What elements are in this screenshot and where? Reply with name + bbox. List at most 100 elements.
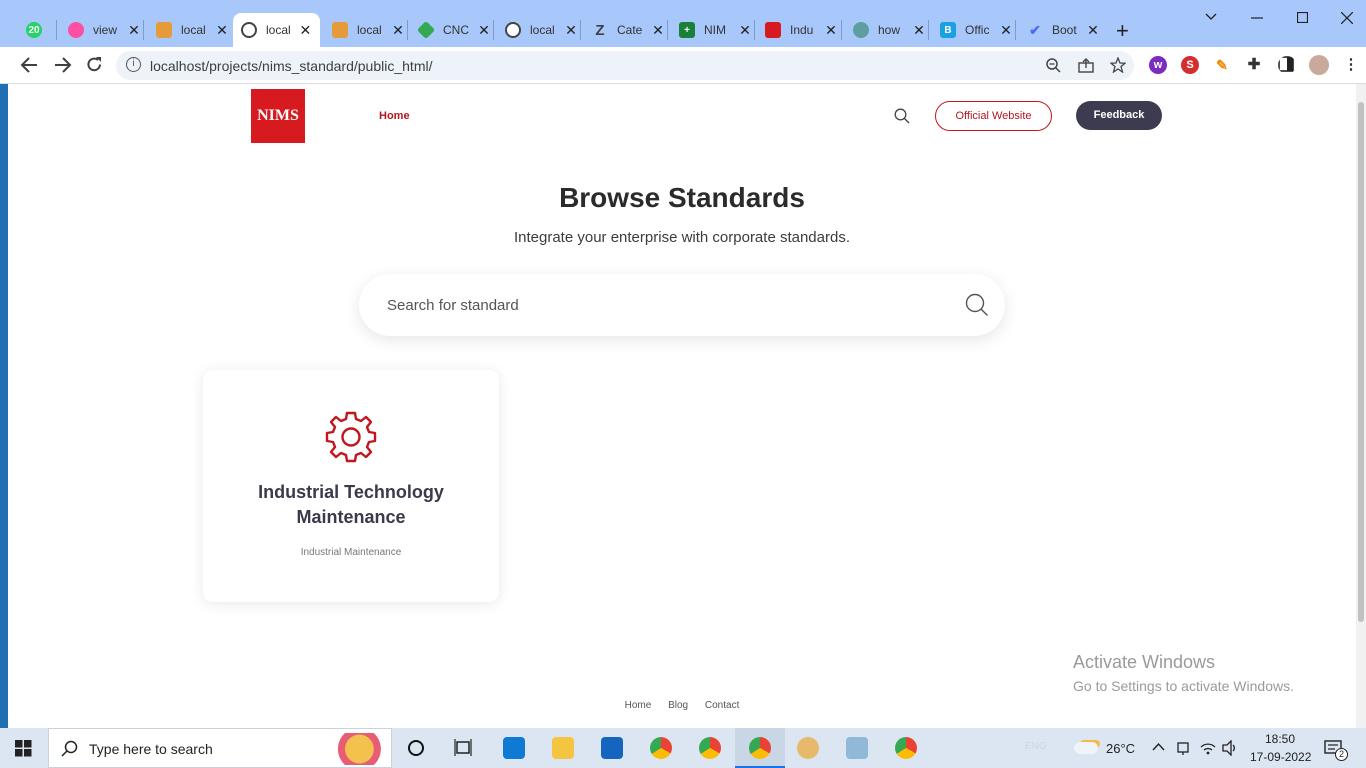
browser-toolbar: i localhost/projects/nims_standard/publi… [0, 47, 1366, 84]
tab-offic[interactable]: B Offic ✕ [932, 13, 1021, 47]
search-icon[interactable] [965, 293, 989, 317]
reload-icon[interactable] [86, 56, 103, 73]
chrome-icon[interactable] [650, 737, 672, 759]
tab-title: local [181, 23, 206, 37]
web-page: NIMS Home Official Website Feedback Brow… [8, 84, 1356, 728]
close-tab-icon[interactable]: ✕ [564, 22, 578, 39]
zoom-icon[interactable] [1046, 58, 1061, 73]
activate-windows-watermark: Activate Windows Go to Settings to activ… [1073, 652, 1294, 694]
minimize-icon[interactable] [1251, 17, 1263, 19]
vscode-icon[interactable] [503, 737, 525, 759]
tab-cnc[interactable]: CNC ✕ [410, 13, 499, 47]
close-tab-icon[interactable]: ✕ [215, 22, 229, 39]
language-indicator[interactable]: ENG [1025, 741, 1047, 752]
taskbar-search-placeholder: Type here to search [89, 741, 213, 757]
footer-link-blog[interactable]: Blog [668, 700, 688, 711]
back-arrow-icon[interactable] [20, 57, 38, 73]
tab-search-chevron-icon[interactable] [1205, 13, 1217, 21]
weather-cloud-icon[interactable] [1074, 742, 1098, 754]
volume-icon[interactable] [1222, 740, 1239, 756]
maximize-icon[interactable] [1297, 12, 1308, 23]
forward-arrow-icon[interactable] [54, 57, 72, 73]
tab-indu[interactable]: Indu ✕ [757, 13, 846, 47]
tab-local-pma-2[interactable]: local ✕ [324, 13, 413, 47]
standard-card[interactable]: Industrial Technology Maintenance Indust… [203, 370, 499, 602]
cortana-icon[interactable] [407, 739, 425, 757]
extension-s-icon[interactable]: S [1181, 56, 1199, 74]
extensions-puzzle-icon[interactable]: ✚ [1245, 56, 1263, 74]
official-website-button[interactable]: Official Website [935, 101, 1052, 131]
tab-nim[interactable]: + NIM ✕ [671, 13, 760, 47]
phpmyadmin-icon [332, 22, 348, 38]
page-scrollbar[interactable] [1356, 84, 1366, 728]
taskbar-active-app[interactable] [735, 728, 785, 768]
tab-local-pma[interactable]: local ✕ [148, 13, 237, 47]
chrome-profile-icon[interactable] [699, 737, 721, 759]
extension-w-icon[interactable]: w [1149, 56, 1167, 74]
chrome-profile-2-icon[interactable] [895, 737, 917, 759]
watermark-subtitle: Go to Settings to activate Windows. [1073, 678, 1294, 694]
nims-logo[interactable]: NIMS [251, 89, 305, 143]
desktop-edge [0, 84, 8, 728]
side-panel-icon[interactable] [1278, 56, 1296, 74]
notepad-icon[interactable] [846, 737, 868, 759]
file-explorer-icon[interactable] [552, 737, 574, 759]
tab-title: local [357, 23, 382, 37]
nav-link-home[interactable]: Home [379, 110, 410, 122]
close-tab-icon[interactable]: ✕ [1086, 22, 1100, 39]
kebab-menu-icon[interactable]: ⋮ [1342, 56, 1360, 74]
footer-link-home[interactable]: Home [625, 700, 652, 711]
search-highlight-doodle-icon [315, 733, 389, 765]
clock-time[interactable]: 18:50 [1265, 732, 1295, 746]
tab-title: view [93, 23, 118, 37]
logo-text: NIMS [257, 107, 299, 124]
close-tab-icon[interactable]: ✕ [738, 22, 752, 39]
tab-separator [493, 20, 494, 40]
tab-whatsapp[interactable]: 20 [18, 13, 50, 47]
close-tab-icon[interactable]: ✕ [299, 22, 312, 39]
meet-now-icon[interactable] [1176, 740, 1190, 756]
tab-badge: 20 [28, 24, 40, 36]
close-tab-icon[interactable]: ✕ [912, 22, 926, 39]
tray-chevron-up-icon[interactable] [1152, 742, 1165, 751]
site-info-icon[interactable]: i [126, 57, 141, 72]
weather-temperature[interactable]: 26°C [1106, 741, 1135, 756]
taskbar-search-box[interactable]: Type here to search [48, 728, 392, 768]
profile-avatar[interactable] [1309, 55, 1329, 75]
close-tab-icon[interactable]: ✕ [999, 22, 1013, 39]
windows-start-icon[interactable] [15, 740, 32, 757]
feedback-button[interactable]: Feedback [1076, 101, 1162, 130]
tab-how[interactable]: how ✕ [845, 13, 934, 47]
close-tab-icon[interactable]: ✕ [824, 22, 838, 39]
close-tab-icon[interactable]: ✕ [477, 22, 491, 39]
standard-search-input[interactable] [387, 294, 947, 316]
tab-local-active[interactable]: local ✕ [233, 13, 320, 47]
address-bar[interactable]: i localhost/projects/nims_standard/publi… [116, 51, 1134, 80]
tab-cate[interactable]: Z Cate ✕ [584, 13, 673, 47]
close-tab-icon[interactable]: ✕ [391, 22, 405, 39]
window-close-icon[interactable] [1341, 12, 1353, 24]
wifi-icon[interactable] [1200, 740, 1216, 756]
bookmark-star-icon[interactable] [1110, 57, 1126, 73]
watermark-title: Activate Windows [1073, 652, 1216, 672]
footer-link-contact[interactable]: Contact [705, 700, 739, 711]
tab-separator [667, 20, 668, 40]
paint-icon[interactable] [797, 737, 819, 759]
tab-view[interactable]: view ✕ [60, 13, 149, 47]
new-tab-button[interactable]: + [1116, 18, 1129, 44]
tab-title: local [530, 23, 555, 37]
windows-taskbar: Type here to search ENG 26°C 18:50 17-09… [0, 728, 1366, 768]
close-tab-icon[interactable]: ✕ [651, 22, 665, 39]
task-view-icon[interactable] [454, 739, 472, 756]
share-icon[interactable] [1078, 58, 1094, 73]
extension-color-picker-icon[interactable]: ✎ [1213, 56, 1231, 74]
tab-local-2[interactable]: local ✕ [497, 13, 586, 47]
tab-boot[interactable]: ✔ Boot ✕ [1019, 13, 1108, 47]
url-text[interactable]: localhost/projects/nims_standard/public_… [150, 58, 432, 74]
mail-icon[interactable] [601, 737, 623, 759]
search-icon[interactable] [894, 108, 910, 124]
close-tab-icon[interactable]: ✕ [127, 22, 141, 39]
scrollbar-thumb[interactable] [1358, 102, 1364, 622]
tab-title: NIM [704, 23, 726, 37]
clock-date[interactable]: 17-09-2022 [1250, 750, 1311, 764]
